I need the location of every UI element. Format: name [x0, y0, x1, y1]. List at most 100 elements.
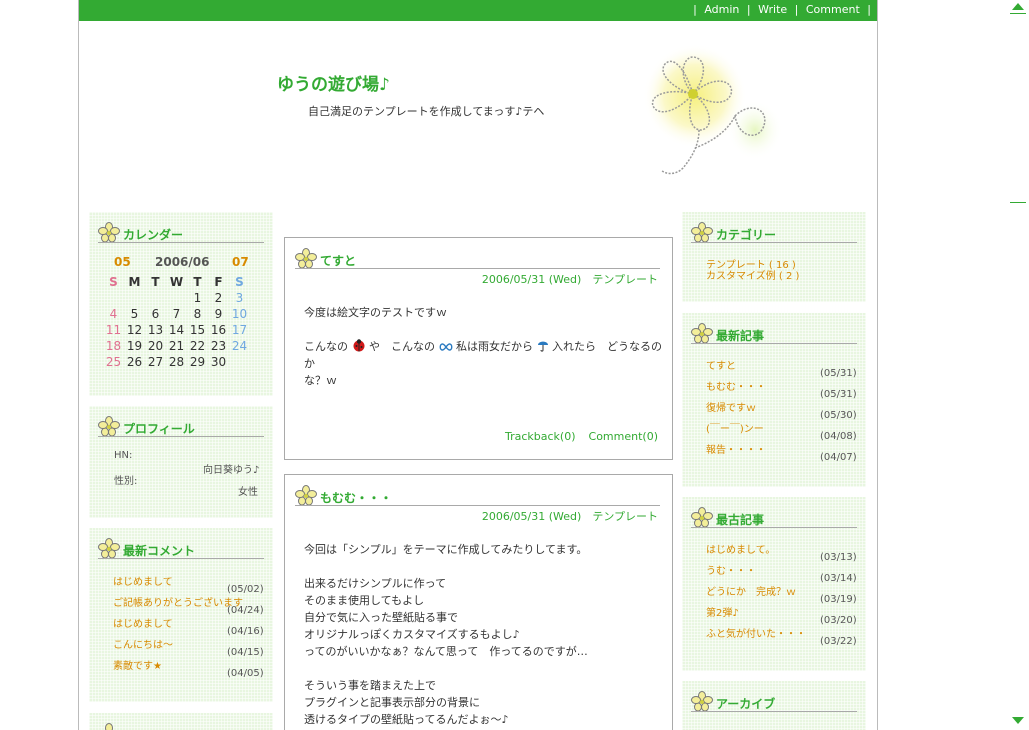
post-line: こんなの や こんなの 私は雨女だから 入れたら どうなるのか [304, 338, 672, 372]
flower-icon [691, 222, 713, 242]
scroll-down-arrow-icon[interactable] [1012, 717, 1024, 724]
comment-link-item[interactable]: 素敵です★ [113, 657, 162, 672]
oldest-post-date: (03/20) [820, 615, 857, 626]
oldest-post-link[interactable]: ふと気が付いた・・・ [706, 625, 806, 640]
post-text: や こんなの [369, 340, 435, 353]
oldest-post-date: (03/22) [820, 636, 857, 647]
oldest-post-date: (03/19) [820, 594, 857, 605]
weekday-cell: T [193, 275, 202, 289]
post-line: プラグインと記事表示部分の背景に [304, 696, 480, 709]
post-body: 今回は「シンプル」をテーマに作成してみたりしてます。 出来るだけシンプルに作って… [304, 541, 588, 728]
recent-post-link[interactable]: もむむ・・・ [706, 378, 766, 393]
oldest-posts-box: 最古記事 はじめまして。 (03/13) うむ・・・ (03/14) どうにか … [682, 497, 866, 671]
nav-sep: | [867, 3, 871, 16]
profile-title-text: プロフィール [123, 422, 195, 436]
weekday-cell: W [169, 275, 184, 289]
calendar-day: 16 [210, 323, 227, 337]
post-meta[interactable]: 2006/05/31 (Wed) テンプレート [482, 508, 658, 524]
recent-comments-box: 最新コメント はじめまして (05/02) ご記帳ありがとうございます (04/… [89, 528, 273, 702]
recent-posts-title-text: 最新記事 [716, 329, 765, 343]
nav-sep: | [794, 3, 799, 16]
archive-title: アーカイブ [691, 691, 857, 712]
infinity-icon [439, 343, 452, 351]
nav-sep: | [693, 3, 697, 16]
calendar-day: 12 [126, 323, 143, 337]
write-link[interactable]: Write [758, 3, 787, 16]
recent-post-link[interactable]: てすと [706, 357, 736, 372]
post-line: ってのがいいかなぁ？なんて思って 作ってるのですが… [304, 645, 588, 658]
recent-post-date: (04/07) [820, 452, 857, 463]
post-footer: Trackback(0) Comment(0) [505, 430, 658, 443]
recent-post-link[interactable]: 復帰ですｗ [706, 399, 756, 414]
scroll-up-arrow-icon[interactable] [1012, 3, 1024, 10]
next-sidebar-box [89, 713, 273, 730]
recent-post-link[interactable]: (￣ー￣)ンー [706, 420, 764, 435]
post-title: もむむ・・・ [295, 485, 660, 506]
blog-page: | Admin | Write | Comment | ゆうの遊び場♪ 自己満足… [78, 0, 878, 730]
flower-icon [105, 723, 113, 730]
post-title-link[interactable]: もむむ・・・ [320, 489, 392, 506]
oldest-post-link[interactable]: うむ・・・ [706, 562, 756, 577]
calendar-grid: S M T W T F S 1 2 3 4 5 6 7 8 9 10 11 12… [103, 274, 250, 370]
post-line [304, 558, 588, 575]
post-text: 私は雨女だから [456, 340, 533, 353]
scroll-marker [1010, 13, 1026, 14]
flower-icon [295, 248, 317, 268]
oldest-post-link[interactable]: どうにか 完成？ｗ [706, 583, 796, 598]
calendar-day: 25 [105, 355, 122, 369]
calendar-day: 28 [168, 355, 185, 369]
post-body: 今度は絵文字のテストですｗ こんなの や こんなの 私は雨女だから 入れたら ど… [304, 304, 672, 389]
calendar-day: 5 [130, 307, 139, 321]
post-line [304, 660, 588, 677]
comment-link-item[interactable]: はじめまして [113, 573, 173, 588]
categories-box: カテゴリー テンプレート ( 16 ) カスタマイズ例 ( 2 ) [682, 212, 866, 302]
calendar-next-month[interactable]: 07 [232, 255, 249, 269]
recent-post-link[interactable]: 報告・・・・ [706, 441, 766, 456]
calendar-day: 3 [235, 291, 244, 305]
oldest-post-link[interactable]: 第2弾♪ [706, 604, 739, 619]
trackback-link[interactable]: Trackback(0) [505, 430, 576, 443]
admin-link[interactable]: Admin [704, 3, 739, 16]
calendar-day: 29 [189, 355, 206, 369]
hn-label: HN: [114, 450, 133, 461]
calendar-day: 9 [214, 307, 223, 321]
calendar-title-text: カレンダー [123, 228, 184, 242]
post-meta[interactable]: 2006/05/31 (Wed) テンプレート [482, 271, 658, 287]
weekday-cell: M [128, 275, 141, 289]
gender-value: 女性 [238, 487, 258, 498]
gender-label: 性別: [114, 476, 138, 487]
profile-title: プロフィール [98, 416, 264, 437]
post-line: そういう事を踏まえた上で [304, 679, 436, 692]
comment-link-item[interactable]: はじめまして [113, 615, 173, 630]
calendar-day: 21 [168, 339, 185, 353]
weekday-cell: S [109, 275, 118, 289]
post-title-link[interactable]: てすと [320, 252, 356, 269]
profile-box: プロフィール HN: 向日葵ゆう♪ 性別: 女性 [89, 406, 273, 518]
comment-count-link[interactable]: Comment(0) [589, 430, 658, 443]
flower-icon [691, 323, 713, 343]
page-scrollbar[interactable] [1008, 0, 1029, 730]
comment-date: (04/15) [227, 647, 264, 658]
blog-subtitle: 自己満足のテンプレートを作成してまっす♪テヘ [308, 105, 545, 118]
calendar-day: 27 [147, 355, 164, 369]
calendar-day: 19 [126, 339, 143, 353]
comment-date: (04/24) [227, 605, 264, 616]
comment-link-item[interactable]: こんにちは～ [113, 636, 173, 651]
oldest-post-link[interactable]: はじめまして。 [706, 541, 775, 556]
calendar-box: カレンダー 05 2006/06 07 S M T W T F S 1 2 3 [89, 212, 273, 396]
hn-value: 向日葵ゆう♪ [203, 465, 260, 476]
comment-link-item[interactable]: ご記帳ありがとうございます [113, 594, 243, 609]
oldest-post-date: (03/13) [820, 552, 857, 563]
flower-icon [691, 691, 713, 711]
calendar-current-month: 2006/06 [155, 255, 210, 269]
calendar-prev-month[interactable]: 05 [114, 255, 131, 269]
scroll-thumb[interactable] [1010, 202, 1026, 203]
calendar-day: 17 [231, 323, 248, 337]
calendar-weekday-row: S M T W T F S [103, 274, 250, 290]
category-link[interactable]: カスタマイズ例 ( 2 ) [706, 267, 799, 282]
comment-link[interactable]: Comment [806, 3, 860, 16]
blog-title[interactable]: ゆうの遊び場♪ [277, 70, 390, 95]
post-line: 出来るだけシンプルに作って [304, 577, 447, 590]
weekday-cell: T [151, 275, 160, 289]
top-bar: | Admin | Write | Comment | [79, 0, 877, 21]
